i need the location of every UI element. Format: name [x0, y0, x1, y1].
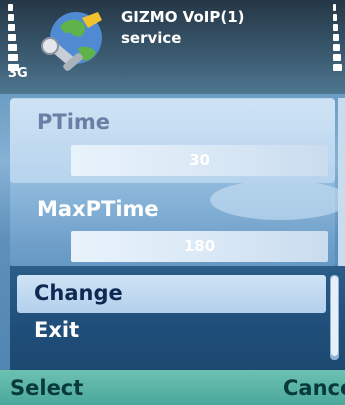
- list-scrollbar[interactable]: [338, 98, 345, 266]
- menu-item-exit[interactable]: Exit: [34, 318, 79, 342]
- voip-settings-icon: [38, 8, 108, 78]
- setting-label-ptime: PTime: [37, 110, 111, 134]
- network-type-label: 3G: [8, 66, 28, 81]
- menu-item-change[interactable]: Change: [34, 281, 123, 305]
- app-title: GIZMO VoIP(1) service: [121, 7, 245, 49]
- setting-value-maxptime[interactable]: 180: [71, 231, 328, 262]
- signal-strength-icon: [8, 4, 20, 71]
- battery-level-icon: [333, 4, 345, 74]
- title-line-1: GIZMO VoIP(1): [121, 8, 245, 26]
- right-softkey-cancel[interactable]: Cancel: [283, 376, 345, 400]
- phone-screen: 3G GIZMO VoIP(1) service PTime 30 MaxPTi…: [0, 0, 345, 405]
- setting-value-ptime[interactable]: 30: [71, 145, 328, 176]
- menu-scrollbar-thumb[interactable]: [331, 276, 338, 356]
- background-swirl: [210, 180, 345, 220]
- setting-label-maxptime: MaxPTime: [37, 197, 159, 221]
- title-line-2: service: [121, 29, 182, 47]
- left-softkey-select[interactable]: Select: [10, 376, 83, 400]
